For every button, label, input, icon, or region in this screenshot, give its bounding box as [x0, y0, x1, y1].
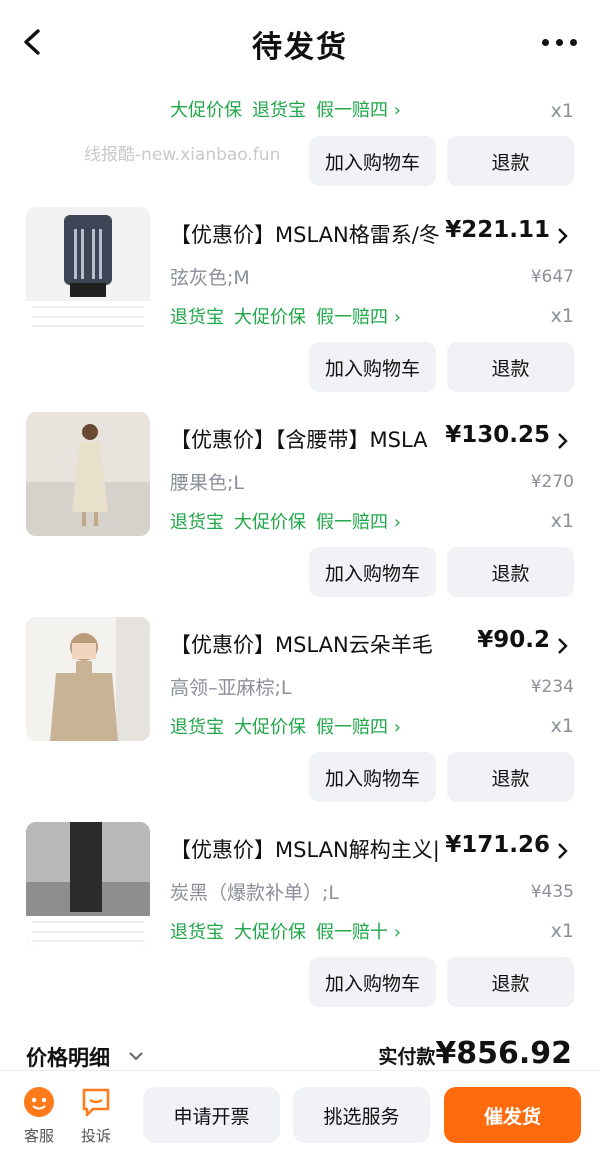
- tag: 假一赔四 ›: [316, 100, 401, 121]
- refund-button[interactable]: 退款: [447, 957, 574, 1007]
- order-item: 【优惠价】MSLAN云朵羊毛 ¥90.2 高领–亚麻棕;L ¥234 退货宝 大促…: [0, 617, 600, 821]
- navigation-bar: 待发货: [0, 0, 600, 82]
- chevron-right-icon: [558, 843, 568, 859]
- item-price: ¥130.25: [445, 422, 550, 448]
- chevron-down-icon[interactable]: [128, 1050, 144, 1062]
- service-tags[interactable]: 退货宝 大促价保 假一赔十 ›: [170, 918, 411, 944]
- tag: 大促价保: [170, 100, 242, 121]
- refund-button[interactable]: 退款: [447, 547, 574, 597]
- service-tags[interactable]: 大促价保 退货宝 假一赔四 ›: [170, 96, 411, 122]
- quantity: x1: [550, 715, 574, 737]
- product-image[interactable]: [26, 617, 150, 741]
- request-invoice-button[interactable]: 申请开票: [143, 1087, 280, 1143]
- item-title-row[interactable]: 【优惠价】MSLAN格雷系/冬 ¥221.11: [170, 215, 580, 255]
- item-spec: 弦灰色;M: [170, 267, 250, 289]
- tag: 大促价保: [234, 307, 306, 328]
- actual-payment: 实付款¥856.92: [378, 1036, 572, 1070]
- add-to-cart-button[interactable]: 加入购物车: [309, 547, 436, 597]
- watermark: 线报酷-new.xianbao.fun: [84, 145, 281, 165]
- chevron-right-icon: [558, 433, 568, 449]
- complaint-icon: [82, 1088, 110, 1117]
- refund-button[interactable]: 退款: [447, 752, 574, 802]
- actual-payment-amount: ¥856.92: [435, 1036, 572, 1070]
- item-price: ¥221.11: [445, 217, 550, 243]
- price-summary: 价格明细 实付款¥856.92: [0, 1036, 600, 1070]
- add-to-cart-button[interactable]: 加入购物车: [309, 342, 436, 392]
- price-detail-toggle[interactable]: 价格明细: [26, 1042, 110, 1070]
- tag: 退货宝: [170, 307, 224, 328]
- order-content: 大促价保 退货宝 假一赔四 › x1 加入购物车 退款 线报酷-new.xianba…: [0, 0, 600, 1070]
- chevron-right-icon: [558, 228, 568, 244]
- page-title: 待发货: [252, 30, 348, 65]
- dot: [542, 39, 549, 46]
- product-image[interactable]: [26, 822, 150, 946]
- tag: 退货宝: [252, 100, 306, 121]
- actual-payment-label: 实付款: [378, 1046, 436, 1068]
- tag: 退货宝: [170, 512, 224, 533]
- tag: 大促价保: [234, 717, 306, 738]
- product-image-graphic: [26, 822, 150, 946]
- item-title-row[interactable]: 【优惠价】【含腰带】MSLA ¥130.25: [170, 420, 580, 460]
- select-service-button[interactable]: 挑选服务: [293, 1087, 430, 1143]
- item-spec: 高领–亚麻棕;L: [170, 677, 292, 699]
- refund-button[interactable]: 退款: [447, 342, 574, 392]
- refund-button[interactable]: 退款: [447, 136, 574, 186]
- tag: 假一赔四 ›: [316, 717, 401, 738]
- product-image[interactable]: [26, 207, 150, 331]
- tag: 大促价保: [234, 922, 306, 943]
- product-image[interactable]: [26, 412, 150, 536]
- quantity: x1: [550, 305, 574, 327]
- quantity: x1: [550, 920, 574, 942]
- item-title: 【优惠价】MSLAN云朵羊毛: [170, 633, 433, 657]
- item-spec: 腰果色;L: [170, 472, 244, 494]
- order-item: 【优惠价】MSLAN格雷系/冬 ¥221.11 弦灰色;M ¥647 退货宝 大促…: [0, 207, 600, 411]
- tag: 大促价保: [234, 512, 306, 533]
- add-to-cart-button[interactable]: 加入购物车: [309, 136, 436, 186]
- tag: 假一赔十 ›: [316, 922, 401, 943]
- order-item: 【优惠价】MSLAN解构主义| ¥171.26 炭黑（爆款补单）;L ¥435 …: [0, 822, 600, 1026]
- tag: 假一赔四 ›: [316, 512, 401, 533]
- tag: 假一赔四 ›: [316, 307, 401, 328]
- item-title-row[interactable]: 【优惠价】MSLAN云朵羊毛 ¥90.2: [170, 625, 580, 665]
- complaint-button[interactable]: 投诉: [74, 1085, 118, 1146]
- customer-service-label: 客服: [23, 1127, 54, 1145]
- customer-service-icon: [24, 1087, 54, 1117]
- original-price: ¥234: [530, 677, 574, 697]
- product-image-graphic: [26, 412, 150, 536]
- item-spec: 炭黑（爆款补单）;L: [170, 882, 339, 904]
- bottom-action-bar: 客服 投诉 申请开票 挑选服务 催发货: [0, 1070, 600, 1166]
- item-title: 【优惠价】MSLAN解构主义|: [170, 838, 440, 862]
- order-item: 【优惠价】【含腰带】MSLA ¥130.25 腰果色;L ¥270 退货宝 大促价…: [0, 412, 600, 616]
- item-title-row[interactable]: 【优惠价】MSLAN解构主义| ¥171.26: [170, 830, 580, 870]
- original-price: ¥270: [530, 472, 574, 492]
- urge-shipment-button[interactable]: 催发货: [444, 1087, 581, 1143]
- service-tags[interactable]: 退货宝 大促价保 假一赔四 ›: [170, 508, 411, 534]
- service-tags[interactable]: 退货宝 大促价保 假一赔四 ›: [170, 713, 411, 739]
- item-price: ¥171.26: [445, 832, 550, 858]
- quantity: x1: [550, 100, 574, 122]
- item-price: ¥90.2: [477, 627, 550, 653]
- more-dots-icon[interactable]: [542, 30, 578, 52]
- tag: 退货宝: [170, 717, 224, 738]
- item-title: 【优惠价】【含腰带】MSLA: [170, 428, 428, 452]
- item-title: 【优惠价】MSLAN格雷系/冬: [170, 223, 440, 247]
- original-price: ¥435: [530, 882, 574, 902]
- product-image-graphic: [26, 617, 150, 741]
- chevron-right-icon: [558, 638, 568, 654]
- customer-service-button[interactable]: 客服: [17, 1085, 61, 1146]
- dot: [570, 39, 577, 46]
- service-tags[interactable]: 退货宝 大促价保 假一赔四 ›: [170, 303, 411, 329]
- product-image-graphic: [26, 207, 150, 331]
- tag: 退货宝: [170, 922, 224, 943]
- quantity: x1: [550, 510, 574, 532]
- add-to-cart-button[interactable]: 加入购物车: [309, 752, 436, 802]
- add-to-cart-button[interactable]: 加入购物车: [309, 957, 436, 1007]
- complaint-label: 投诉: [80, 1127, 111, 1145]
- original-price: ¥647: [530, 267, 574, 287]
- dot: [556, 39, 563, 46]
